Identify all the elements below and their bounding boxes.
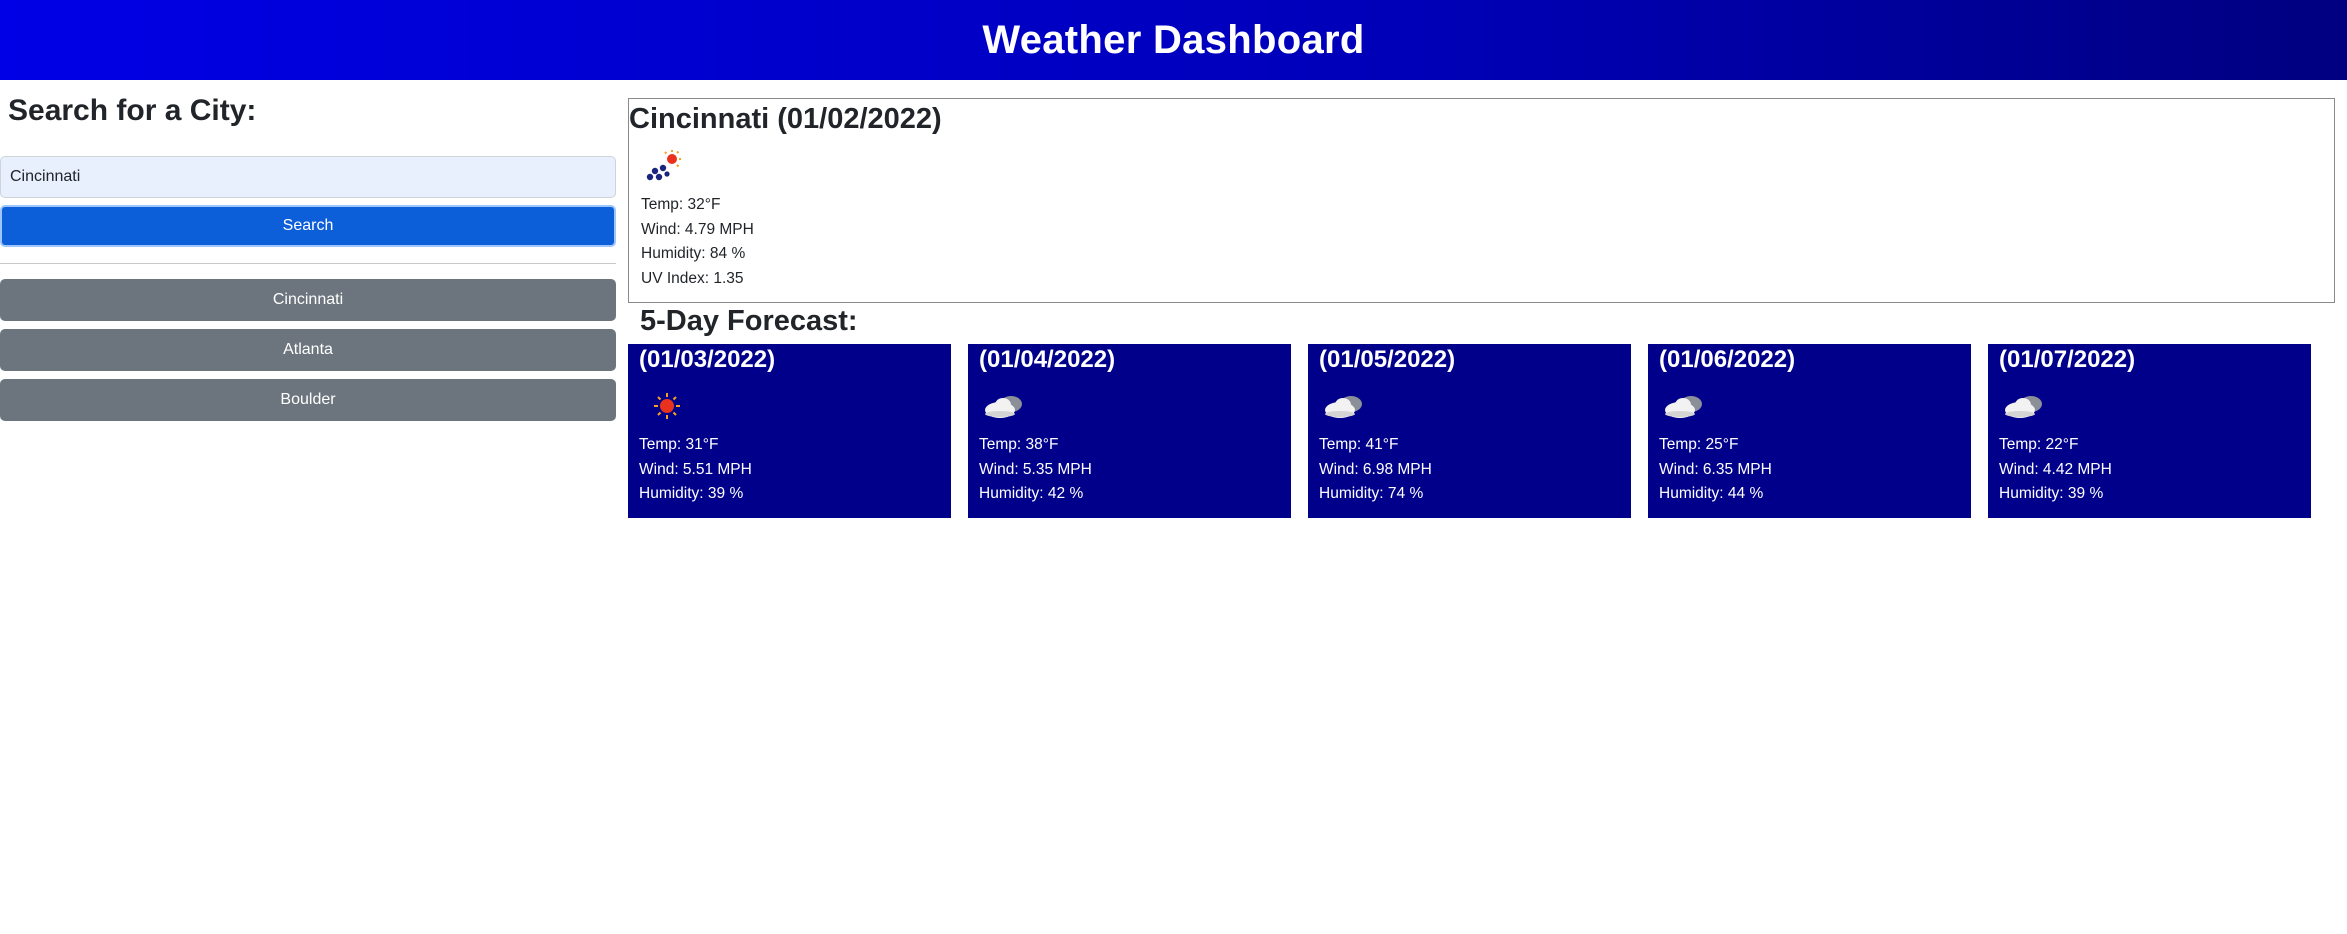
forecast-temp: Temp: 38°F bbox=[979, 436, 1059, 453]
forecast-stats: Temp: 31°F Wind: 5.51 MPH Humidity: 39 % bbox=[639, 433, 940, 507]
search-sidebar: Search for a City: Search Cincinnati Atl… bbox=[0, 80, 617, 421]
current-wind: Wind: 4.79 MPH bbox=[641, 220, 754, 238]
forecast-wind: Wind: 6.98 MPH bbox=[1319, 460, 1432, 478]
forecast-title: 5-Day Forecast: bbox=[640, 305, 858, 337]
forecast-stats: Temp: 41°F Wind: 6.98 MPH Humidity: 74 % bbox=[1319, 433, 1620, 507]
forecast-date: (01/03/2022) bbox=[639, 346, 776, 373]
forecast-card: (01/04/2022) Temp: 38°F Wind: 5.35 MPH H… bbox=[968, 344, 1291, 518]
forecast-wind: Wind: 4.42 MPH bbox=[1999, 460, 2112, 478]
main-layout: Search for a City: Search Cincinnati Atl… bbox=[0, 80, 2347, 934]
snow-sun-icon bbox=[646, 150, 681, 181]
forecast-stats: Temp: 38°F Wind: 5.35 MPH Humidity: 42 % bbox=[979, 433, 1280, 507]
forecast-date: (01/06/2022) bbox=[1659, 346, 1796, 373]
forecast-card: (01/03/2022) Temp: 31°F Wind: 5.51 MPH H bbox=[628, 344, 951, 518]
forecast-humidity: Humidity: 42 % bbox=[979, 485, 1084, 502]
city-search-input[interactable] bbox=[0, 156, 616, 198]
page-title: Weather Dashboard bbox=[982, 17, 1365, 62]
cloud-icon bbox=[1665, 396, 1702, 418]
forecast-card: (01/06/2022) Temp: 25°F Wind: 6.35 MPH H… bbox=[1648, 344, 1971, 518]
forecast-wind: Wind: 5.51 MPH bbox=[639, 460, 752, 478]
cloud-icon bbox=[1325, 396, 1362, 418]
search-history-list: Cincinnati Atlanta Boulder bbox=[0, 279, 617, 421]
forecast-temp: Temp: 22°F bbox=[1999, 436, 2079, 453]
current-city-title: Cincinnati (01/02/2022) bbox=[629, 103, 942, 135]
current-humidity: Humidity: 84 % bbox=[641, 245, 746, 262]
forecast-card: (01/07/2022) Temp: 22°F Wind: 4.42 MPH H… bbox=[1988, 344, 2311, 518]
current-stats: Temp: 32°F Wind: 4.79 MPH Humidity: 84 %… bbox=[641, 193, 2334, 291]
history-button-cincinnati[interactable]: Cincinnati bbox=[0, 279, 616, 321]
sidebar-divider bbox=[0, 263, 616, 264]
forecast-temp: Temp: 31°F bbox=[639, 436, 719, 453]
forecast-wind: Wind: 5.35 MPH bbox=[979, 460, 1092, 478]
sun-icon bbox=[654, 393, 680, 419]
cloud-icon bbox=[985, 396, 1022, 418]
forecast-date: (01/04/2022) bbox=[979, 346, 1116, 373]
forecast-humidity: Humidity: 39 % bbox=[639, 485, 744, 502]
forecast-temp: Temp: 25°F bbox=[1659, 436, 1739, 453]
forecast-date: (01/05/2022) bbox=[1319, 346, 1456, 373]
forecast-wind: Wind: 6.35 MPH bbox=[1659, 460, 1772, 478]
forecast-stats: Temp: 22°F Wind: 4.42 MPH Humidity: 39 % bbox=[1999, 433, 2300, 507]
history-button-atlanta[interactable]: Atlanta bbox=[0, 329, 616, 371]
forecast-card-list: (01/03/2022) Temp: 31°F Wind: 5.51 MPH H bbox=[628, 344, 2311, 518]
forecast-temp: Temp: 41°F bbox=[1319, 436, 1399, 453]
forecast-humidity: Humidity: 44 % bbox=[1659, 485, 1764, 502]
forecast-humidity: Humidity: 39 % bbox=[1999, 485, 2104, 502]
current-weather-panel: Cincinnati (01/02/2022) Temp: 32°F Wind:… bbox=[628, 98, 2335, 303]
page-header: Weather Dashboard bbox=[0, 0, 2347, 80]
search-title: Search for a City: bbox=[8, 94, 257, 127]
forecast-humidity: Humidity: 74 % bbox=[1319, 485, 1424, 502]
current-uv-index: UV Index: 1.35 bbox=[641, 269, 744, 287]
forecast-card: (01/05/2022) Temp: 41°F Wind: 6.98 MPH H… bbox=[1308, 344, 1631, 518]
cloud-icon bbox=[2005, 396, 2042, 418]
history-button-boulder[interactable]: Boulder bbox=[0, 379, 616, 421]
forecast-stats: Temp: 25°F Wind: 6.35 MPH Humidity: 44 % bbox=[1659, 433, 1960, 507]
current-temp: Temp: 32°F bbox=[641, 196, 721, 213]
forecast-date: (01/07/2022) bbox=[1999, 346, 2136, 373]
search-button[interactable]: Search bbox=[0, 205, 616, 247]
